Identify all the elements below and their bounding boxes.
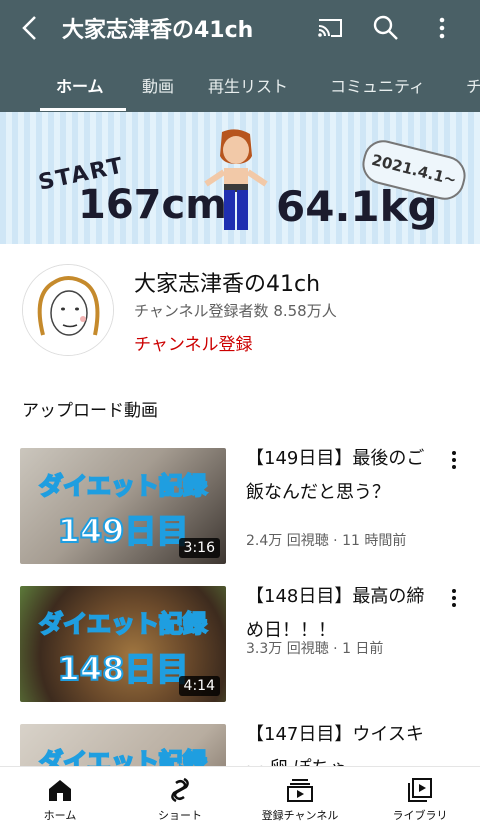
nav-label: ホーム [43, 809, 77, 822]
video-duration: 3:16 [178, 538, 220, 558]
video-item[interactable]: ダイエット記録 149日目 3:16 【149日目】最後のご飯なんだと思う？ 2… [0, 448, 480, 568]
nav-shorts[interactable]: ショート [120, 767, 240, 829]
video-meta: 2.4万 回視聴 · 11 時間前 [246, 533, 407, 549]
thumbnail-caption: ダイエット記録 [38, 609, 208, 639]
video-title[interactable]: 【149日目】最後のご飯なんだと思う？ [246, 442, 426, 510]
nav-label: 登録チャンネル [261, 809, 339, 822]
video-thumbnail[interactable]: ダイエット記録 149日目 3:16 [20, 448, 226, 564]
subscribe-button[interactable]: チャンネル登録 [134, 330, 253, 355]
channel-tabs: ホーム 動画 再生リスト コミュニティ チ [0, 56, 480, 112]
active-tab-indicator [40, 108, 126, 111]
video-duration: 4:14 [178, 676, 220, 696]
channel-avatar[interactable] [22, 264, 114, 356]
nav-subscriptions[interactable]: 登録チャンネル [240, 767, 360, 829]
top-app-bar: 大家志津香の41ch ホーム 動画 再生リスト コミュニティ チ [0, 0, 480, 112]
nav-home[interactable]: ホーム [0, 767, 120, 829]
tab-videos[interactable]: 動画 [142, 73, 174, 97]
uploads-section-title: アップロード動画 [22, 401, 158, 421]
video-thumbnail[interactable]: ダイエット記録 148日目 4:14 [20, 586, 226, 702]
home-icon [0, 777, 120, 803]
video-item[interactable]: ダイエット記録 【147日目】ウイスキー 卵 ぽちゃ [0, 724, 480, 766]
video-meta: 3.3万 回視聴 · 1 日前 [246, 641, 384, 657]
banner-figure-illustration [204, 129, 268, 230]
channel-title: 大家志津香の41ch [62, 18, 254, 43]
tab-community[interactable]: コミュニティ [330, 73, 425, 97]
more-vert-icon[interactable] [444, 448, 464, 472]
video-item[interactable]: ダイエット記録 148日目 4:14 【148日目】最高の締め日！！！ 3.3万… [0, 586, 480, 706]
subscriber-count: チャンネル登録者数 8.58万人 [134, 302, 337, 320]
library-icon [360, 777, 480, 803]
tab-home[interactable]: ホーム [56, 73, 104, 97]
more-vert-icon[interactable] [444, 586, 464, 610]
search-icon[interactable] [366, 8, 406, 48]
subscriptions-icon [240, 777, 360, 803]
cast-icon[interactable] [310, 8, 350, 48]
nav-label: ショート [158, 809, 202, 822]
tab-channels[interactable]: チ [466, 73, 480, 97]
thumbnail-caption: ダイエット記録 [38, 747, 208, 766]
nav-label: ライブラリ [392, 809, 448, 822]
nav-library[interactable]: ライブラリ [360, 767, 480, 829]
tab-playlists[interactable]: 再生リスト [208, 73, 288, 97]
channel-banner: START 167cm 64.1kg 2021.4.1~ [0, 112, 480, 244]
video-thumbnail[interactable]: ダイエット記録 [20, 724, 226, 766]
thumbnail-caption: ダイエット記録 [38, 471, 208, 501]
arrow-back-icon[interactable] [10, 8, 50, 48]
channel-name: 大家志津香の41ch [134, 272, 321, 297]
video-title[interactable]: 【147日目】ウイスキー 卵 ぽちゃ [246, 724, 426, 766]
bottom-navigation: ホーム ショート 登録チャンネル ライブラリ [0, 766, 480, 829]
shorts-icon [120, 777, 240, 803]
more-vert-icon[interactable] [422, 8, 462, 48]
header-row: 大家志津香の41ch [0, 0, 480, 56]
